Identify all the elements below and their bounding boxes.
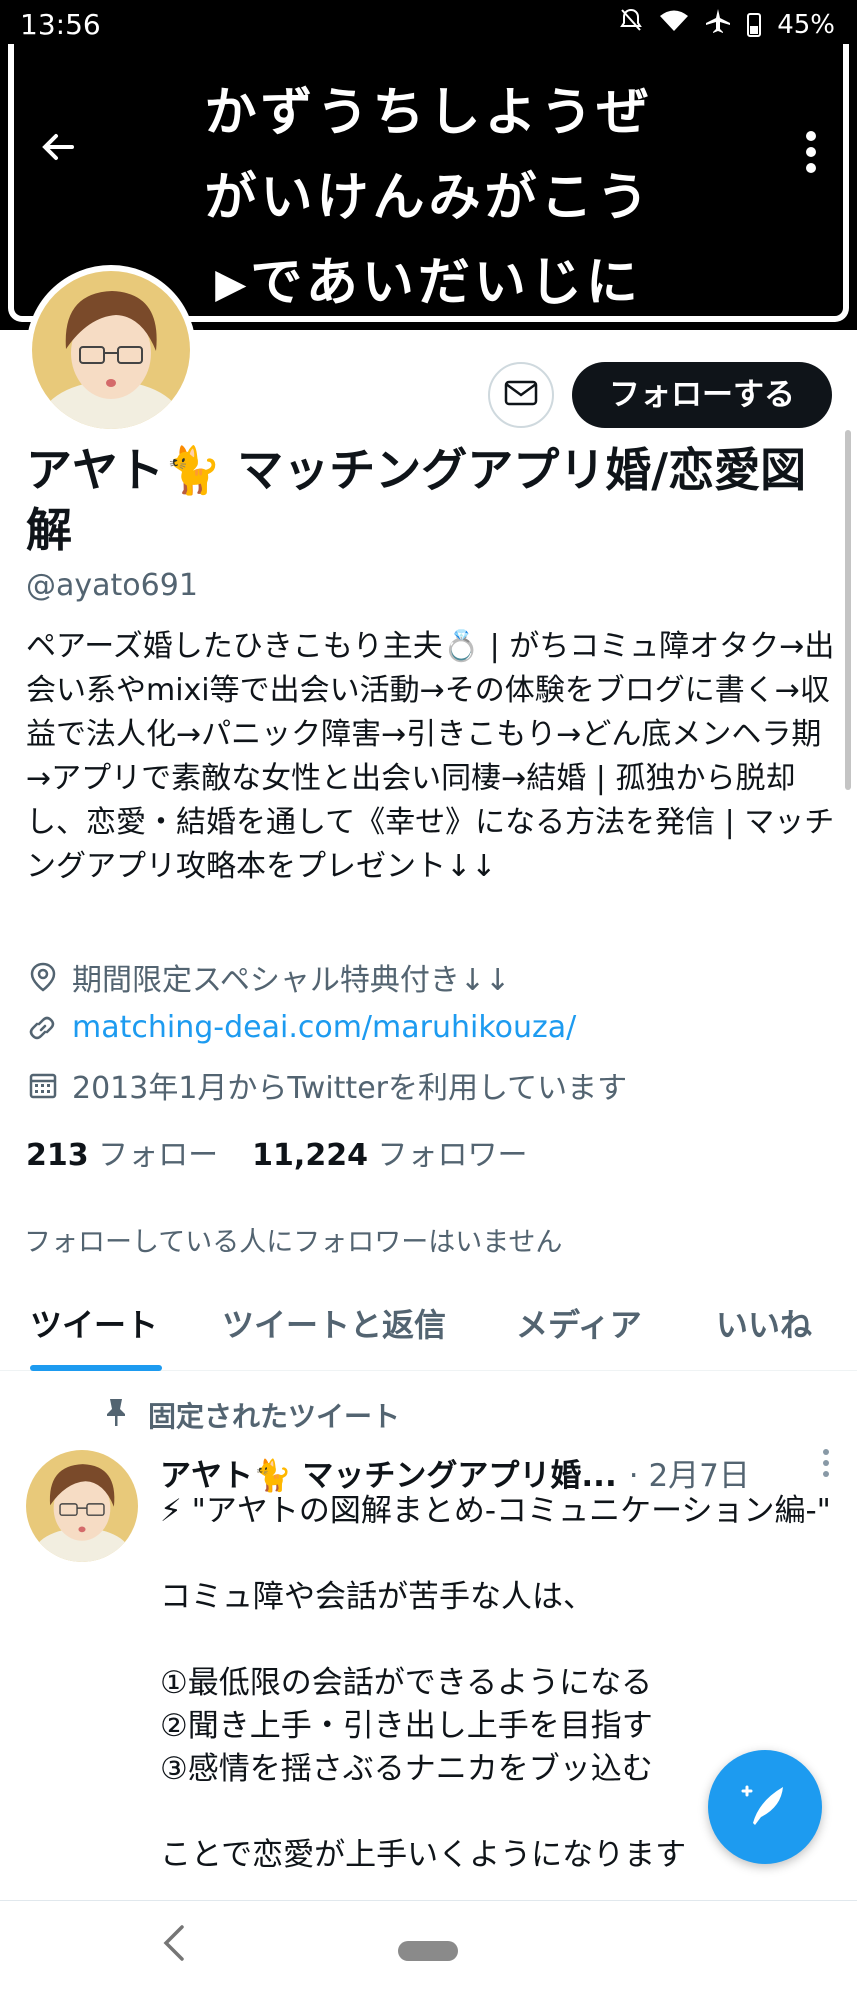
profile-location: 期間限定スペシャル特典付き↓↓: [26, 955, 510, 999]
tweet-author[interactable]: アヤト🐈 マッチングアプリ婚...: [160, 1450, 617, 1495]
location-pin-icon: [26, 960, 60, 994]
followers-label: フォロワー: [377, 1138, 528, 1173]
follow-button[interactable]: フォローする: [572, 362, 832, 428]
pinned-label: 固定されたツイート: [148, 1400, 401, 1433]
status-bar: 13:56 45%: [0, 0, 857, 50]
tab-tweets-and-replies[interactable]: ツイートと返信: [222, 1300, 446, 1346]
tweet-more-icon[interactable]: [821, 1448, 831, 1485]
banner-line-2: がいけんみがこう: [204, 168, 653, 228]
profile-tabs: ツイート ツイートと返信 メディア いいね: [0, 1285, 857, 1371]
joined-text: 2013年1月からTwitterを利用しています: [72, 1071, 628, 1106]
tweet-header: アヤト🐈 マッチングアプリ婚... · 2月7日: [160, 1450, 810, 1495]
following-label: フォロー: [98, 1138, 219, 1173]
nav-back-icon[interactable]: [162, 1923, 186, 1974]
pin-icon: [104, 1397, 128, 1434]
link-icon: [26, 1011, 60, 1045]
mute-icon: [619, 8, 643, 41]
pinned-label-row: 固定されたツイート: [104, 1395, 400, 1435]
tweet-date[interactable]: · 2月7日: [629, 1450, 750, 1495]
battery-percent: 45%: [777, 9, 835, 40]
profile-joined: 2013年1月からTwitterを利用しています: [26, 1063, 627, 1107]
airplane-icon: [705, 8, 731, 41]
profile-website[interactable]: matching-deai.com/maruhikouza/: [26, 1010, 576, 1045]
profile-name: アヤト🐈 マッチングアプリ婚/恋愛図解: [26, 443, 807, 557]
compose-tweet-button[interactable]: [708, 1750, 822, 1864]
tab-tweets[interactable]: ツイート: [30, 1300, 158, 1346]
calendar-icon: [26, 1068, 60, 1102]
followers-count: 11,224: [252, 1138, 368, 1173]
compose-feather-icon: [737, 1777, 793, 1837]
more-vertical-icon[interactable]: [791, 130, 831, 186]
profile-bio: ペアーズ婚したひきこもり主夫💍 | がちコミュ障オタク→出会い系やmixi等で出…: [26, 629, 835, 884]
tweet-avatar[interactable]: [26, 1450, 138, 1562]
scrollbar[interactable]: [845, 430, 851, 790]
back-arrow-icon[interactable]: [30, 125, 86, 181]
profile-avatar[interactable]: [26, 265, 196, 435]
following-link[interactable]: 213 フォロー: [26, 1130, 218, 1174]
tab-likes[interactable]: いいね: [716, 1300, 812, 1346]
nav-home-pill[interactable]: [398, 1941, 458, 1961]
battery-icon: [747, 12, 762, 37]
mutual-followers-note: フォローしている人にフォロワーはいません: [24, 1227, 563, 1258]
message-button[interactable]: [488, 362, 554, 428]
system-navigation-bar: [0, 1900, 857, 2000]
wifi-icon: [659, 9, 689, 40]
location-text: 期間限定スペシャル特典付き↓↓: [72, 963, 511, 998]
following-count: 213: [26, 1138, 89, 1173]
mail-icon: [504, 380, 538, 410]
tab-media[interactable]: メディア: [516, 1300, 642, 1346]
banner-line-1: かずうちしようぜ: [204, 83, 653, 143]
profile-handle: @ayato691: [26, 568, 198, 603]
active-tab-indicator: [30, 1365, 162, 1371]
follow-counts: 213 フォロー 11,224 フォロワー: [26, 1130, 528, 1174]
status-icons: 45%: [619, 8, 835, 41]
followers-link[interactable]: 11,224 フォロワー: [252, 1130, 527, 1174]
website-link[interactable]: matching-deai.com/maruhikouza/: [72, 1010, 576, 1045]
status-time: 13:56: [20, 8, 101, 41]
